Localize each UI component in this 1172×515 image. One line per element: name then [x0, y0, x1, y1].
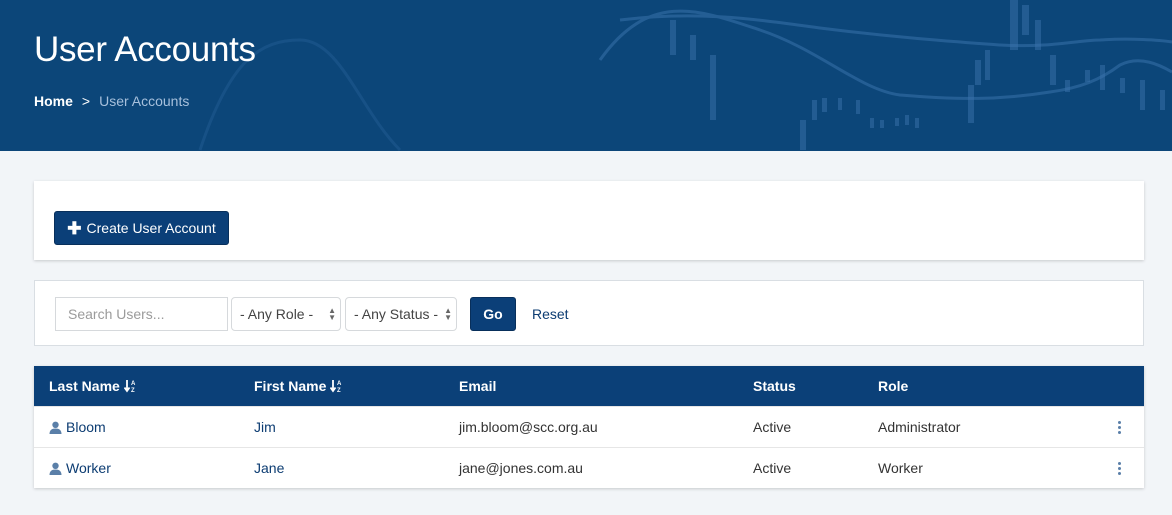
search-users-input[interactable] [55, 297, 228, 331]
breadcrumb-separator: > [81, 93, 91, 109]
breadcrumb-current: User Accounts [99, 93, 190, 109]
sort-alpha-down-icon[interactable]: AZ [330, 379, 343, 393]
select-arrows-icon: ▲ ▼ [328, 306, 336, 322]
page-header-banner: User Accounts Home > User Accounts [0, 0, 1172, 151]
user-accounts-table: Last Name AZ First Name AZ Email Status … [34, 366, 1144, 488]
role-cell: Administrator [878, 419, 961, 435]
more-options-icon[interactable] [1114, 458, 1125, 479]
svg-text:Z: Z [337, 388, 341, 393]
last-name-cell: Bloom [49, 407, 106, 447]
role-cell: Worker [878, 460, 923, 476]
create-user-account-button[interactable]: ✚ Create User Account [54, 211, 229, 245]
row-actions-cell [1114, 448, 1125, 488]
role-select[interactable]: - Any Role - ▲ ▼ [231, 297, 341, 331]
row-actions-cell [1114, 407, 1125, 447]
column-header-email: Email [459, 378, 497, 394]
svg-text:Z: Z [131, 388, 135, 393]
filter-panel: - Any Role - ▲▼ - Any Status - ▲▼ Go Res… [34, 280, 1144, 346]
table-row: Bloom Jim jim.bloom@scc.org.au Active Ad… [34, 406, 1144, 447]
column-header-role: Role [878, 378, 909, 394]
column-header-label: Last Name [49, 378, 120, 394]
column-header-last-name[interactable]: Last Name AZ [49, 366, 137, 406]
column-header-label: First Name [254, 378, 327, 394]
column-header-status: Status [753, 378, 796, 394]
plus-icon: ✚ [67, 218, 82, 238]
create-user-account-label: Create User Account [86, 220, 216, 236]
page-title: User Accounts [34, 30, 256, 69]
user-first-name-link[interactable]: Jane [254, 460, 284, 476]
user-last-name-link[interactable]: Bloom [66, 419, 106, 435]
first-name-cell: Jim [254, 407, 276, 447]
status-select[interactable]: - Any Status - ▲ ▼ [345, 297, 457, 331]
status-cell: Active [753, 460, 792, 476]
first-name-cell: Jane [254, 448, 284, 488]
select-arrows-icon: ▲ ▼ [444, 306, 452, 322]
role-select-value: - Any Role - [240, 306, 314, 322]
email-cell: jane@jones.com.au [459, 460, 583, 476]
column-header-first-name[interactable]: First Name AZ [254, 366, 343, 406]
table-header: Last Name AZ First Name AZ Email Status … [34, 366, 1144, 406]
email-cell: jim.bloom@scc.org.au [459, 419, 598, 435]
user-last-name-link[interactable]: Worker [66, 460, 111, 476]
breadcrumb: Home > User Accounts [34, 93, 189, 109]
go-button[interactable]: Go [470, 297, 516, 331]
stock-chart-background-graphic [198, 0, 1172, 151]
table-row: Worker Jane jane@jones.com.au Active Wor… [34, 447, 1144, 488]
more-options-icon[interactable] [1114, 417, 1125, 438]
status-select-value: - Any Status - [354, 306, 439, 322]
sort-alpha-down-icon[interactable]: AZ [123, 379, 137, 393]
breadcrumb-home-link[interactable]: Home [34, 93, 73, 109]
actions-panel: ✚ Create User Account [34, 181, 1144, 260]
user-icon [49, 421, 62, 434]
svg-text:A: A [131, 381, 136, 387]
user-first-name-link[interactable]: Jim [254, 419, 276, 435]
svg-text:A: A [337, 381, 342, 387]
status-cell: Active [753, 419, 792, 435]
last-name-cell: Worker [49, 448, 111, 488]
user-icon [49, 462, 62, 475]
reset-link[interactable]: Reset [532, 306, 569, 322]
